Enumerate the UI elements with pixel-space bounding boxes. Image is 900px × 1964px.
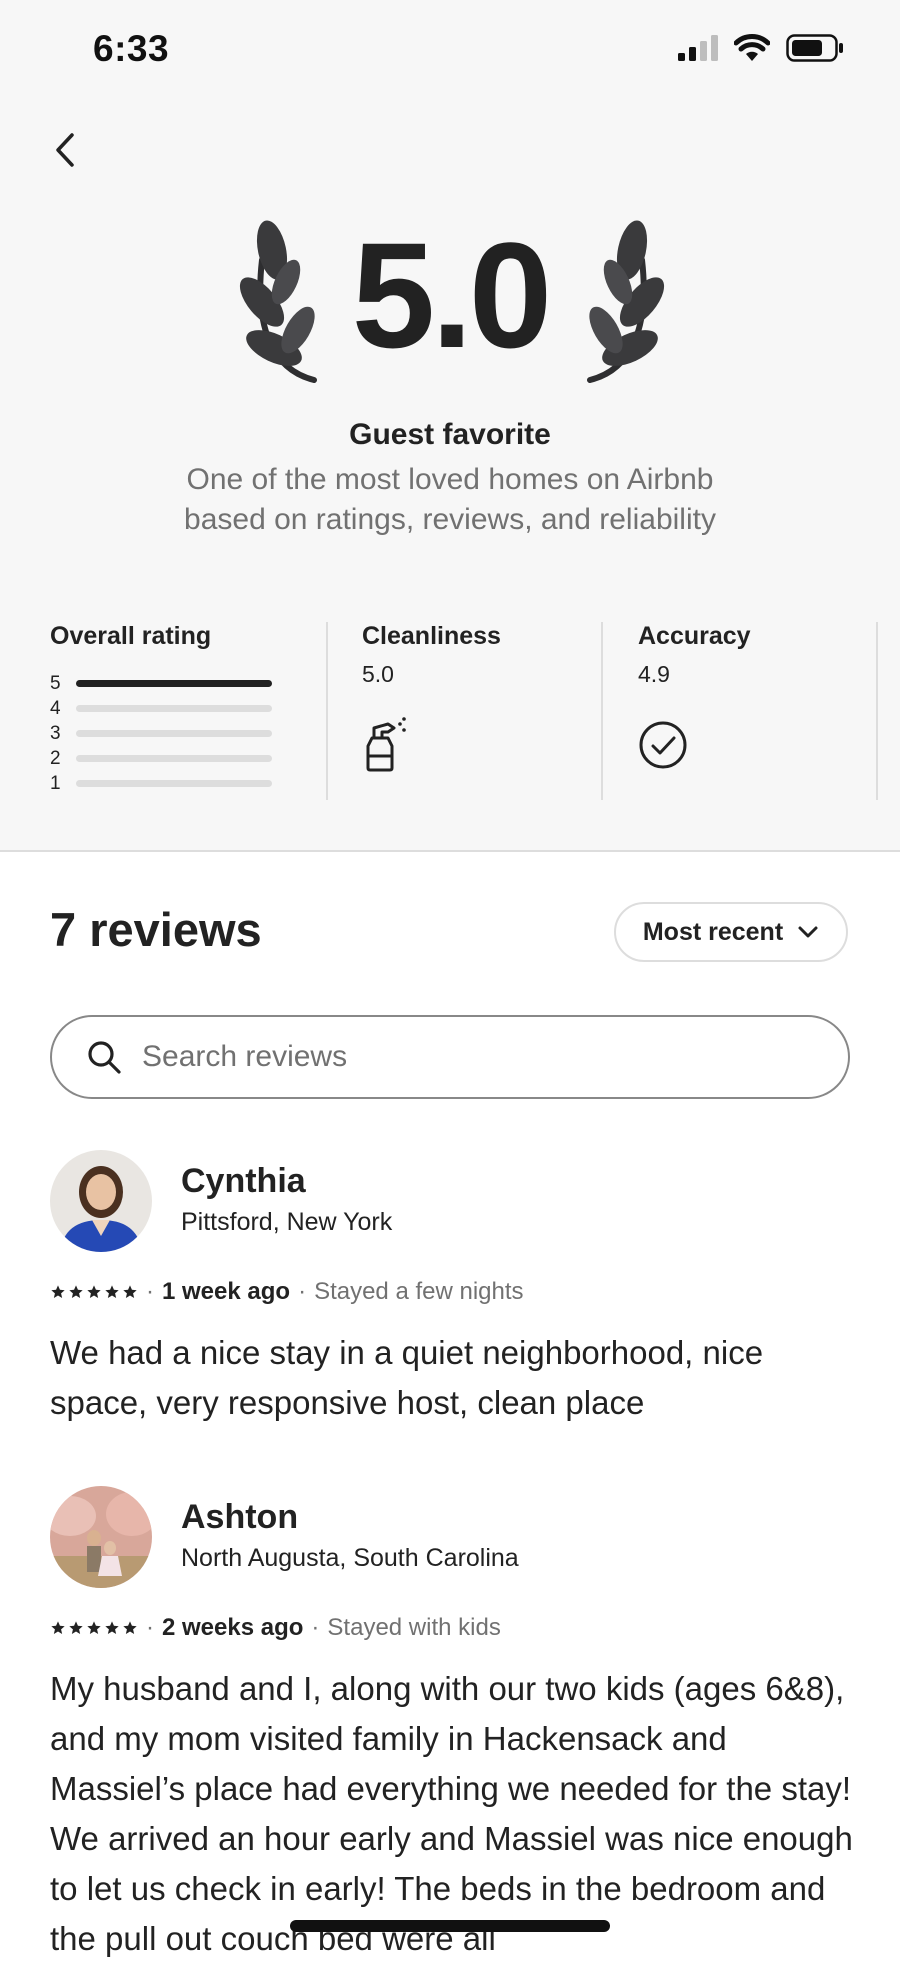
- overall-rating-title: Overall rating: [50, 622, 212, 650]
- star-icon: [69, 1621, 83, 1634]
- category-ratings: Overall rating 5 4 3 2 1 Cleanliness 5.0…: [0, 622, 900, 800]
- cleanliness-card[interactable]: Cleanliness 5.0: [362, 622, 592, 800]
- rating-bar-track: [76, 705, 272, 712]
- star-icon: [123, 1285, 137, 1298]
- star-icon: [87, 1621, 101, 1634]
- signal-icon: [678, 35, 718, 61]
- category-divider: [326, 622, 328, 800]
- separator-dot: ·: [146, 1614, 154, 1641]
- rating-bar-row: 5: [50, 671, 290, 696]
- wifi-icon: [734, 34, 770, 61]
- chevron-down-icon: [798, 926, 818, 938]
- separator-dot: ·: [311, 1614, 320, 1641]
- rating-bar-label: 2: [50, 747, 61, 769]
- guest-favorite-subtitle: One of the most loved homes on Airbnb ba…: [184, 463, 716, 536]
- rating-bar-label: 1: [50, 772, 61, 794]
- review-text: We had a nice stay in a quiet neighborho…: [50, 1334, 764, 1421]
- home-indicator[interactable]: [290, 1920, 610, 1932]
- cleanliness-value: 5.0: [362, 661, 394, 687]
- accuracy-title: Accuracy: [638, 622, 751, 650]
- separator-dot: ·: [298, 1278, 307, 1305]
- category-divider: [876, 622, 878, 800]
- rating-summary-panel: 6:33 5.0 Guest favorite One of the most …: [0, 0, 900, 852]
- star-icon: [69, 1285, 83, 1298]
- reviewer-name: Cynthia: [181, 1162, 306, 1200]
- star-icon: [51, 1285, 65, 1298]
- cleanliness-title: Cleanliness: [362, 622, 501, 650]
- rating-bar-track: [76, 730, 272, 737]
- reviewer-name: Ashton: [181, 1498, 299, 1536]
- reviews-count-heading: 7 reviews: [50, 903, 262, 956]
- search-reviews-input[interactable]: [140, 1039, 784, 1075]
- rating-bar-track: [76, 780, 272, 787]
- separator-dot: ·: [146, 1278, 154, 1305]
- star-icon: [123, 1621, 137, 1634]
- overall-rating-card: Overall rating 5 4 3 2 1: [50, 622, 290, 800]
- rating-bar-row: 1: [50, 771, 290, 796]
- rating-hero: 5.0: [0, 215, 900, 395]
- accuracy-value: 4.9: [638, 661, 670, 687]
- rating-bar-label: 5: [50, 672, 61, 694]
- category-divider: [601, 622, 603, 800]
- star-icon: [87, 1285, 101, 1298]
- status-time: 6:33: [93, 28, 170, 69]
- stay-type: Stayed with kids: [327, 1614, 501, 1641]
- star-rating: [50, 1620, 138, 1636]
- star-icon: [51, 1621, 65, 1634]
- rating-distribution: 5 4 3 2 1: [50, 671, 290, 796]
- guest-favorite-title: Guest favorite: [349, 418, 551, 451]
- check-circle-icon: [639, 721, 687, 769]
- rating-bar-track: [76, 755, 272, 762]
- search-icon: [88, 1041, 121, 1074]
- rating-bar-label: 3: [50, 722, 61, 744]
- review-item: Cynthia Pittsford, New York · 1 week ago…: [50, 1150, 850, 1440]
- review-meta: · 1 week ago · Stayed a few nights: [50, 1278, 524, 1306]
- rating-bar-label: 4: [50, 697, 61, 719]
- avatar[interactable]: [50, 1150, 152, 1252]
- spray-bottle-icon: [366, 717, 406, 772]
- stay-type: Stayed a few nights: [314, 1278, 524, 1305]
- search-reviews-field[interactable]: [50, 1015, 850, 1099]
- review-date: 1 week ago: [162, 1278, 291, 1305]
- sort-dropdown[interactable]: Most recent: [614, 902, 848, 962]
- review-item: Ashton North Augusta, South Carolina · 2…: [50, 1486, 853, 1957]
- rating-bar-track: [76, 680, 272, 687]
- rating-bar-row: 2: [50, 746, 290, 771]
- status-icons: [678, 34, 844, 62]
- avatar[interactable]: [50, 1486, 152, 1588]
- star-icon: [105, 1621, 119, 1634]
- battery-icon: [786, 34, 843, 62]
- star-rating: [50, 1284, 138, 1300]
- review-meta: · 2 weeks ago · Stayed with kids: [50, 1614, 501, 1642]
- rating-bar-row: 4: [50, 696, 290, 721]
- laurel-right-icon: [587, 220, 665, 383]
- back-arrow-icon[interactable]: [46, 125, 86, 175]
- accuracy-card[interactable]: Accuracy 4.9: [638, 622, 858, 800]
- reviewer-location: Pittsford, New York: [181, 1208, 393, 1236]
- star-icon: [105, 1285, 119, 1298]
- overall-rating-value: 5.0: [351, 211, 553, 379]
- rating-bar-fill: [76, 680, 272, 687]
- rating-bar-row: 3: [50, 721, 290, 746]
- review-date: 2 weeks ago: [162, 1614, 304, 1641]
- review-text: My husband and I, along with our two kid…: [50, 1670, 853, 1957]
- sort-dropdown-label: Most recent: [642, 917, 784, 946]
- reviewer-location: North Augusta, South Carolina: [181, 1544, 519, 1572]
